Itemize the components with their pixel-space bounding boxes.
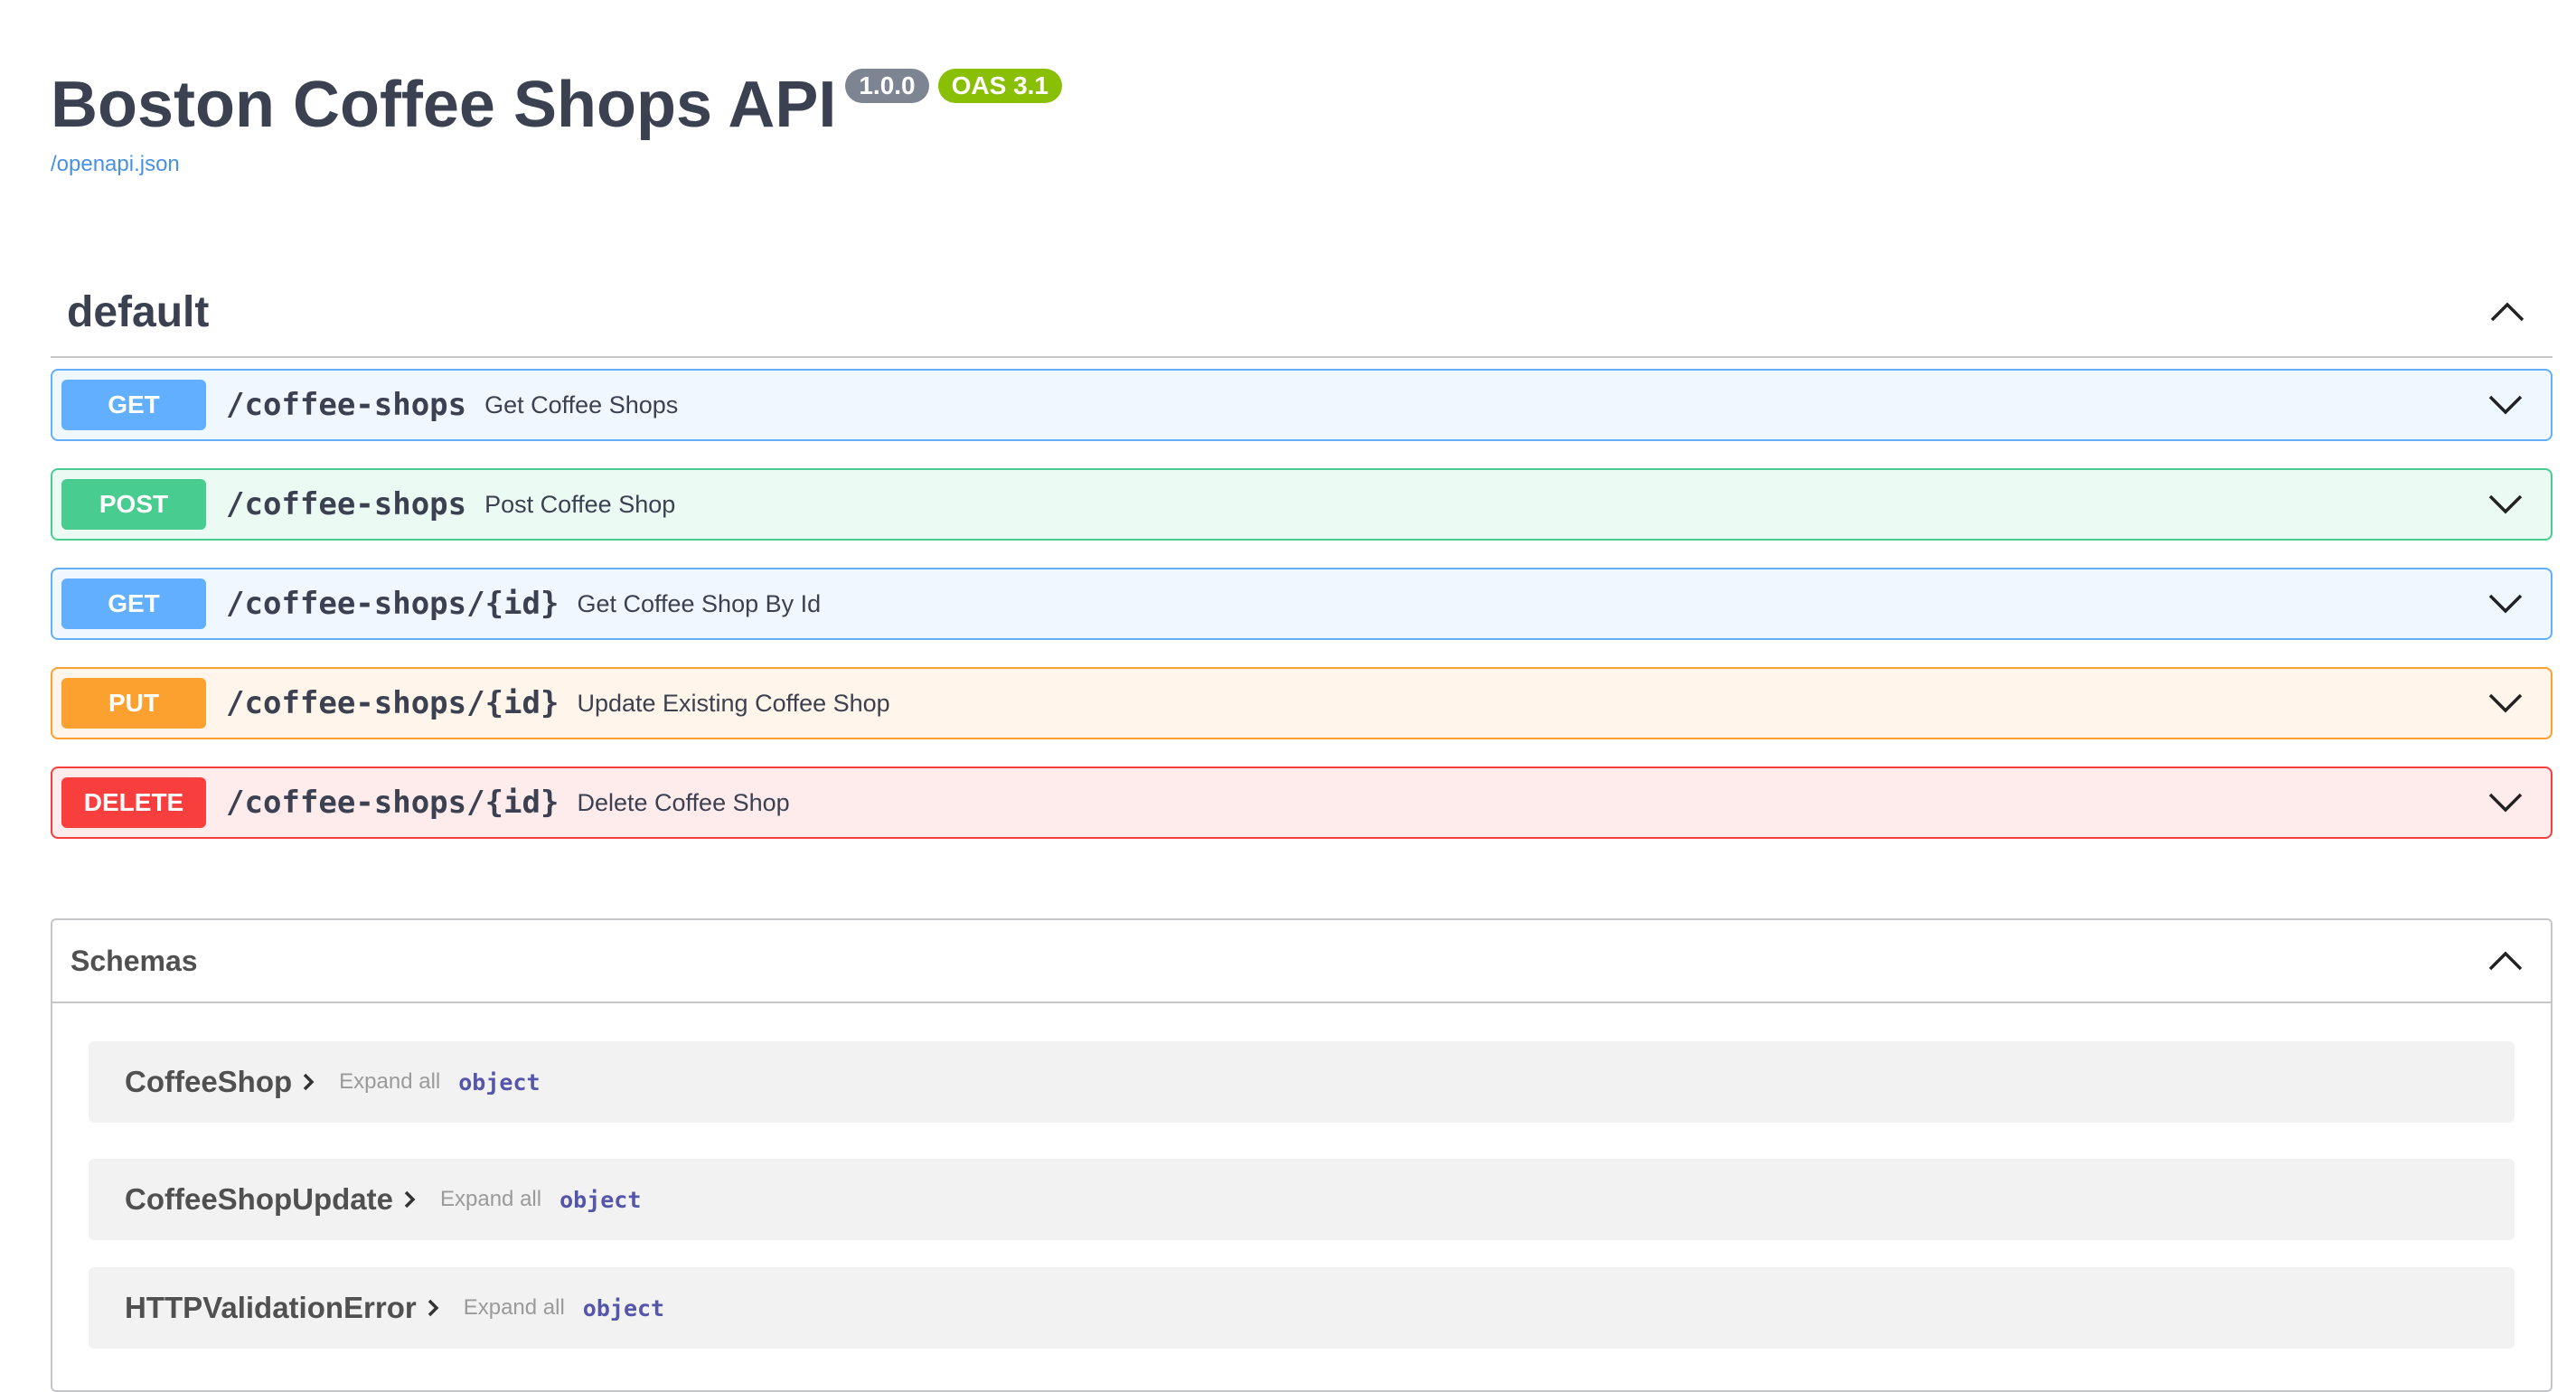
operation-post-coffee-shop[interactable]: POST /coffee-shops Post Coffee Shop bbox=[51, 468, 2552, 541]
operation-get-coffee-shops[interactable]: GET /coffee-shops Get Coffee Shops bbox=[51, 369, 2552, 441]
operation-delete-coffee-shop[interactable]: DELETE /coffee-shops/{id} Delete Coffee … bbox=[51, 767, 2552, 839]
expand-all-button[interactable]: Expand all bbox=[440, 1187, 541, 1212]
schema-type: object bbox=[458, 1068, 541, 1096]
operation-summary: Get Coffee Shop By Id bbox=[577, 589, 822, 617]
schema-item-coffeeshopupdate[interactable]: CoffeeShopUpdate Expand all object bbox=[89, 1159, 2515, 1240]
schema-type: object bbox=[582, 1294, 665, 1321]
chevron-down-icon[interactable] bbox=[2480, 380, 2531, 430]
schemas-section: Schemas CoffeeShop Expand all object Cof… bbox=[51, 918, 2552, 1392]
operation-path: /coffee-shops/{id} bbox=[226, 785, 559, 821]
chevron-right-icon[interactable] bbox=[402, 1186, 422, 1213]
schema-type: object bbox=[559, 1186, 642, 1213]
operation-summary: Update Existing Coffee Shop bbox=[577, 689, 890, 717]
method-badge: DELETE bbox=[61, 777, 206, 828]
operation-summary: Delete Coffee Shop bbox=[577, 788, 790, 816]
page-title: Boston Coffee Shops API bbox=[51, 69, 837, 141]
api-info: Boston Coffee Shops API 1.0.0 OAS 3.1 /o… bbox=[51, 63, 1063, 177]
operation-put-coffee-shop[interactable]: PUT /coffee-shops/{id} Update Existing C… bbox=[51, 667, 2552, 739]
operation-summary: Get Coffee Shops bbox=[484, 390, 679, 419]
chevron-right-icon[interactable] bbox=[426, 1294, 446, 1321]
operation-path: /coffee-shops bbox=[226, 486, 467, 522]
tag-name: default bbox=[67, 287, 210, 336]
chevron-down-icon[interactable] bbox=[2480, 578, 2531, 629]
tag-section-default[interactable]: default bbox=[51, 268, 2552, 358]
operation-path: /coffee-shops/{id} bbox=[226, 586, 559, 622]
schema-name[interactable]: HTTPValidationError bbox=[125, 1291, 417, 1325]
schemas-header[interactable]: Schemas bbox=[52, 920, 2551, 1003]
chevron-up-icon[interactable] bbox=[2478, 934, 2533, 988]
schema-name[interactable]: CoffeeShopUpdate bbox=[125, 1182, 393, 1217]
schema-item-coffeeshop[interactable]: CoffeeShop Expand all object bbox=[89, 1041, 2515, 1123]
operation-path: /coffee-shops bbox=[226, 387, 467, 423]
schema-item-httpvalidationerror[interactable]: HTTPValidationError Expand all object bbox=[89, 1267, 2515, 1349]
chevron-down-icon[interactable] bbox=[2480, 678, 2531, 729]
chevron-up-icon[interactable] bbox=[2480, 285, 2534, 339]
operation-summary: Post Coffee Shop bbox=[484, 490, 676, 518]
method-badge: POST bbox=[61, 479, 206, 530]
oas-version-badge: OAS 3.1 bbox=[937, 69, 1063, 103]
expand-all-button[interactable]: Expand all bbox=[464, 1295, 565, 1321]
operation-get-coffee-shop-by-id[interactable]: GET /coffee-shops/{id} Get Coffee Shop B… bbox=[51, 568, 2552, 640]
schemas-title: Schemas bbox=[71, 944, 198, 977]
method-badge: GET bbox=[61, 380, 206, 430]
openapi-spec-link[interactable]: /openapi.json bbox=[51, 152, 1062, 177]
chevron-down-icon[interactable] bbox=[2480, 777, 2531, 828]
method-badge: PUT bbox=[61, 678, 206, 729]
version-badge: 1.0.0 bbox=[845, 69, 929, 103]
operation-path: /coffee-shops/{id} bbox=[226, 685, 559, 721]
chevron-right-icon[interactable] bbox=[301, 1068, 321, 1096]
method-badge: GET bbox=[61, 578, 206, 629]
expand-all-button[interactable]: Expand all bbox=[339, 1069, 440, 1095]
chevron-down-icon[interactable] bbox=[2480, 479, 2531, 530]
schema-name[interactable]: CoffeeShop bbox=[125, 1065, 292, 1099]
title-row: Boston Coffee Shops API 1.0.0 OAS 3.1 bbox=[51, 63, 1063, 146]
